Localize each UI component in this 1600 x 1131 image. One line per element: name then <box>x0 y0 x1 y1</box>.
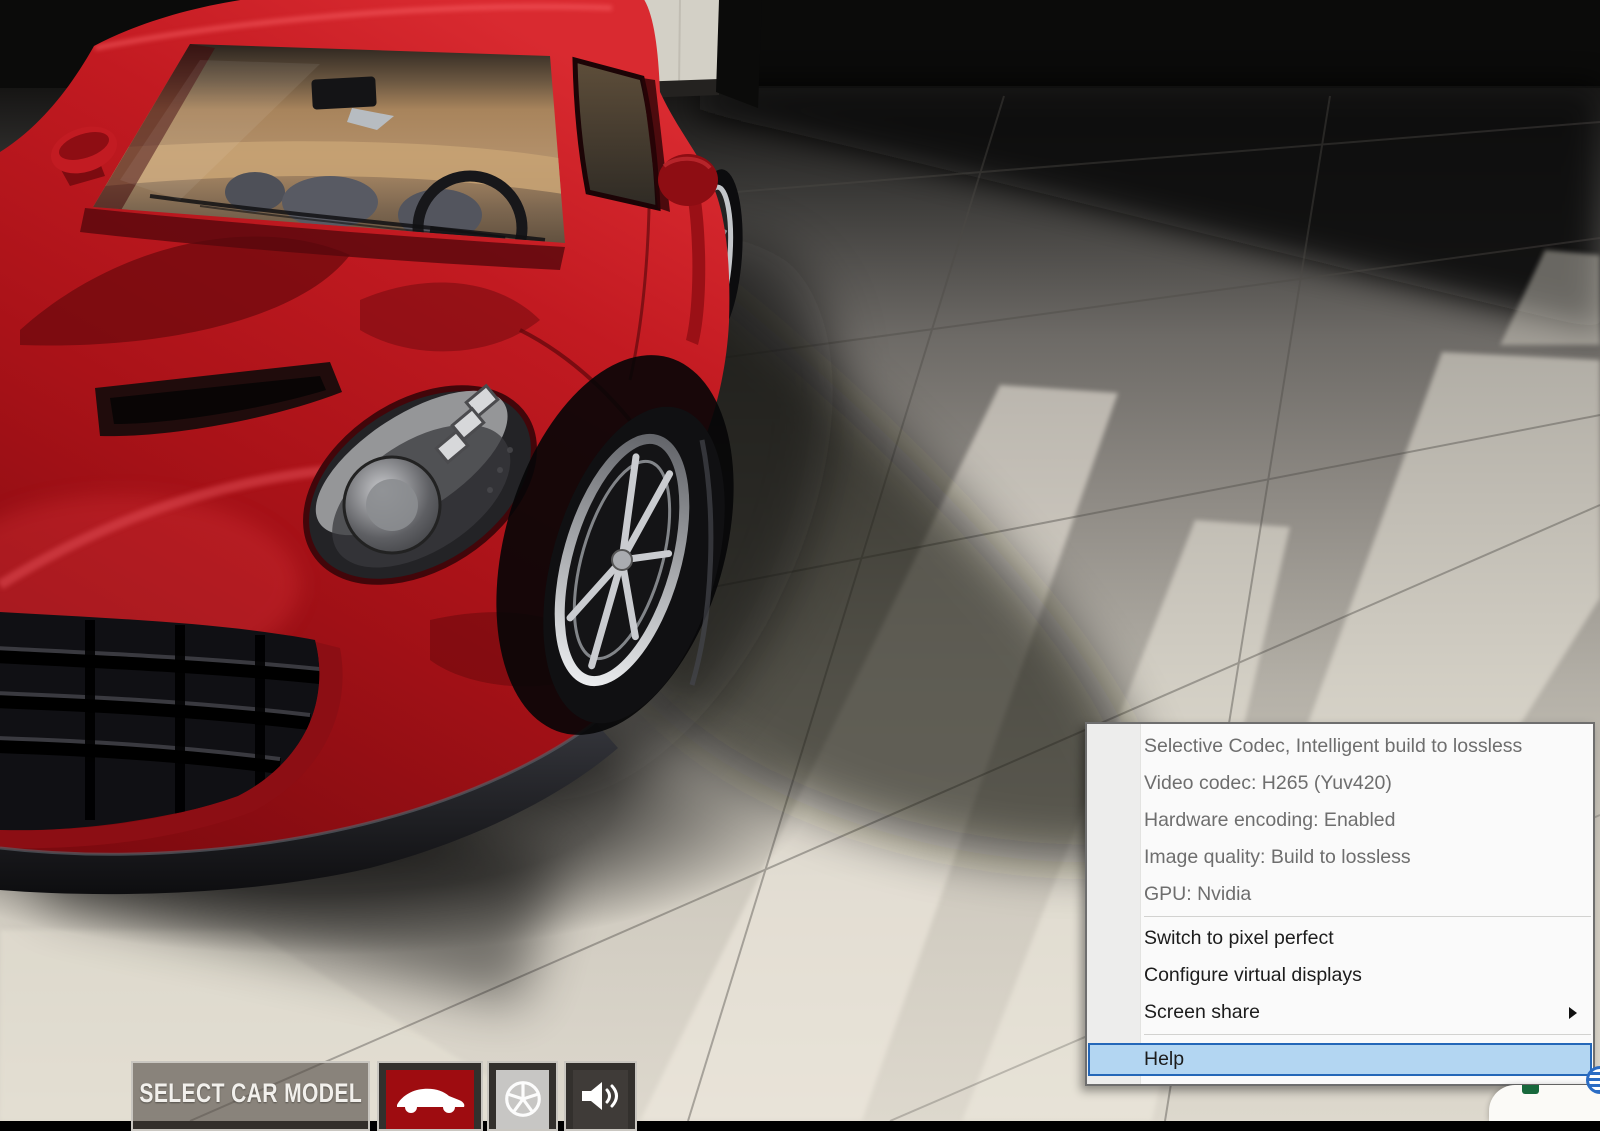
menu-item-configure-virtual-displays[interactable]: Configure virtual displays <box>1087 957 1593 994</box>
menu-status-gpu: GPU: Nvidia <box>1087 876 1593 913</box>
corner-widget-green-tab <box>1522 1085 1539 1094</box>
menu-item-screen-share-label: Screen share <box>1144 1001 1260 1023</box>
menu-item-screen-share[interactable]: Screen share <box>1087 994 1593 1031</box>
car-right-mirror <box>658 154 718 206</box>
rearview-mirror <box>311 76 376 109</box>
menu-item-help[interactable]: Help <box>1088 1043 1592 1076</box>
select-car-model-label: SELECT CAR MODEL <box>139 1078 362 1115</box>
menu-separator <box>1144 1034 1591 1035</box>
car-model-tile <box>386 1070 474 1129</box>
speaker-icon <box>578 1078 624 1114</box>
submenu-arrow-icon <box>1569 1007 1577 1019</box>
menu-separator <box>1144 916 1591 917</box>
menu-status-codec: Selective Codec, Intelligent build to lo… <box>1087 728 1593 765</box>
alloy-wheel-icon <box>502 1078 544 1120</box>
menu-item-switch-to-pixel-perfect[interactable]: Switch to pixel perfect <box>1087 920 1593 957</box>
menu-status-video-codec: Video codec: H265 (Yuv420) <box>1087 765 1593 802</box>
audio-tile <box>573 1070 628 1129</box>
corner-widget-card <box>1489 1085 1600 1121</box>
remote-session-context-menu: Selective Codec, Intelligent build to lo… <box>1085 722 1595 1086</box>
menu-status-image-quality: Image quality: Build to lossless <box>1087 839 1593 876</box>
wheels-tile <box>496 1070 549 1129</box>
car-silhouette-icon <box>391 1078 469 1118</box>
menu-status-hardware-encoding: Hardware encoding: Enabled <box>1087 802 1593 839</box>
